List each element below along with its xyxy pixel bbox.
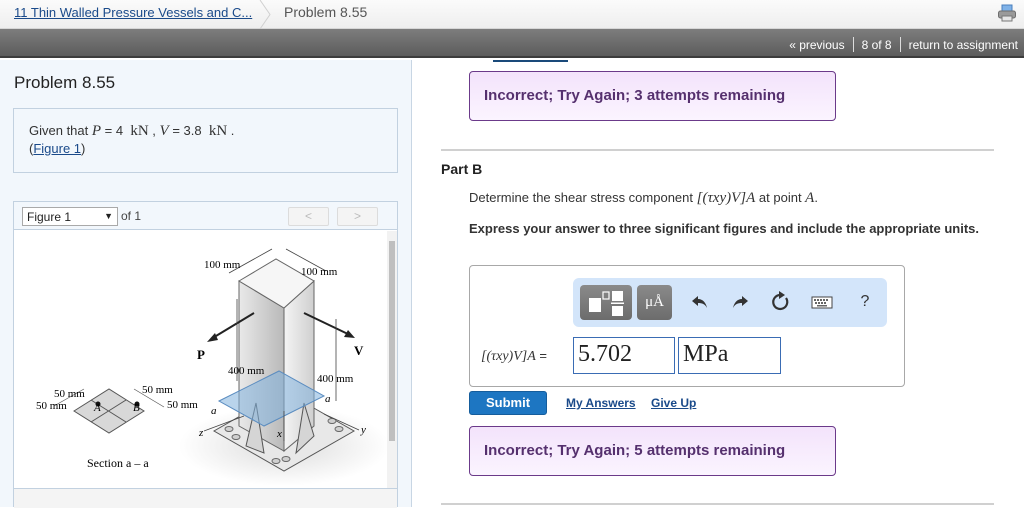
my-answers-link[interactable]: My Answers <box>566 396 636 410</box>
answer-equals: = <box>535 348 547 363</box>
figure-drawing: 100 mm 100 mm P V 400 mm 400 mm 50 mm 50… <box>36 248 389 486</box>
figure-1-link[interactable]: Figure 1 <box>33 141 81 156</box>
figure-header: Figure 1 ▼ of 1 < > <box>14 202 397 230</box>
figure-select[interactable]: Figure 1 ▼ <box>22 207 118 226</box>
figure-image: 100 mm 100 mm P V 400 mm 400 mm 50 mm 50… <box>14 231 397 488</box>
dim-label: 50 mm <box>142 384 173 396</box>
force-label-v: V <box>354 343 364 358</box>
problem-title: Problem 8.55 <box>14 73 116 92</box>
dim-label: 400 mm <box>228 365 265 377</box>
given-separator: , <box>148 123 160 138</box>
divider <box>441 149 994 151</box>
nav-divider <box>852 37 854 52</box>
point-a-label: A <box>93 402 101 414</box>
breadcrumb-parent-link[interactable]: 11 Thin Walled Pressure Vessels and C... <box>14 5 252 20</box>
part-b-question: Determine the shear stress component [(τ… <box>469 190 818 207</box>
redo-icon[interactable] <box>728 290 752 314</box>
scrollbar-thumb[interactable] <box>389 241 395 441</box>
p-symbol: P <box>91 123 102 139</box>
given-prefix: Given that <box>29 123 92 138</box>
units-button[interactable]: μÅ <box>637 285 672 320</box>
question-suffix: . <box>814 190 818 205</box>
print-icon[interactable] <box>997 4 1017 22</box>
figure-next-button[interactable]: > <box>337 207 378 226</box>
figure-select-value: Figure 1 <box>27 210 72 224</box>
v-value: = 3.8 <box>168 123 206 138</box>
answer-value-input[interactable]: 5.702 <box>573 337 675 374</box>
section-label-a: a <box>211 405 217 417</box>
figure-footer <box>14 488 397 508</box>
section-caption: Section a – a <box>87 456 149 470</box>
breadcrumb-current: Problem 8.55 <box>284 4 368 20</box>
dim-label: 100 mm <box>301 266 338 278</box>
dim-label: 50 mm <box>54 388 85 400</box>
part-b-label: Part B <box>441 161 483 177</box>
axis-label-x: x <box>276 428 282 440</box>
reset-icon[interactable] <box>769 290 793 314</box>
dropdown-arrow-icon: ▼ <box>104 211 113 221</box>
keyboard-icon[interactable] <box>810 290 834 314</box>
problem-panel: Problem 8.55 Given that P = 4 kN , V = 3… <box>0 60 412 508</box>
question-mid: at point <box>755 190 806 205</box>
undo-icon[interactable] <box>688 290 712 314</box>
answer-instructions: Express your answer to three significant… <box>469 221 979 236</box>
figure-panel: Figure 1 ▼ of 1 < > 100 mm 100 mm P V 40… <box>13 201 398 508</box>
answer-label: [(τxy)V]A = <box>481 348 547 365</box>
p-unit: kN <box>130 123 149 139</box>
previous-link[interactable]: « previous <box>789 38 844 52</box>
figure-prev-button[interactable]: < <box>288 207 329 226</box>
divider <box>441 503 994 505</box>
question-symbol: [(τxy)V]A <box>696 190 756 206</box>
feedback-incorrect-part-b: Incorrect; Try Again; 5 attempts remaini… <box>469 426 836 476</box>
templates-button[interactable] <box>580 285 632 320</box>
paren-close: ) <box>81 141 86 156</box>
figure-link-line: (Figure 1) <box>29 141 85 156</box>
answer-box: μÅ ? [(τxy)V]A = 5.702 MPa <box>469 265 905 387</box>
answer-symbol: [(τxy)V]A <box>481 349 536 364</box>
assignment-nav-bar: « previous 8 of 8 return to assignment <box>0 29 1024 58</box>
v-unit: kN <box>208 123 228 139</box>
templates-icon <box>589 291 624 316</box>
section-label-a: a <box>325 393 331 405</box>
give-up-link[interactable]: Give Up <box>651 396 696 410</box>
v-symbol: V <box>159 123 169 139</box>
nav-divider <box>899 37 901 52</box>
math-toolbar: μÅ ? <box>573 278 887 327</box>
axis-label-z: z <box>198 427 204 439</box>
given-text: Given that P = 4 kN , V = 3.8 kN . <box>29 123 234 140</box>
point-b-label: B <box>133 402 140 414</box>
dim-label: 50 mm <box>36 400 67 412</box>
question-point: A <box>805 190 815 206</box>
breadcrumb-separator-icon <box>259 0 271 29</box>
dim-label: 100 mm <box>204 259 241 271</box>
answer-units-input[interactable]: MPa <box>678 337 781 374</box>
figure-scrollbar[interactable] <box>387 231 397 488</box>
given-box: Given that P = 4 kN , V = 3.8 kN . (Figu… <box>13 108 398 173</box>
axis-label-y: y <box>360 424 366 436</box>
figure-count: of 1 <box>121 209 142 223</box>
dim-label: 400 mm <box>317 373 354 385</box>
answer-panel: Incorrect; Try Again; 3 attempts remaini… <box>413 60 1024 507</box>
feedback-incorrect-part-a: Incorrect; Try Again; 3 attempts remaini… <box>469 71 836 121</box>
force-label-p: P <box>197 347 205 362</box>
help-icon[interactable]: ? <box>853 290 877 314</box>
dim-label: 50 mm <box>167 399 198 411</box>
p-value: = 4 <box>101 123 127 138</box>
return-to-assignment-link[interactable]: return to assignment <box>909 38 1018 52</box>
submit-button[interactable]: Submit <box>469 391 547 415</box>
breadcrumb-bar: 11 Thin Walled Pressure Vessels and C...… <box>0 0 1024 29</box>
given-suffix: . <box>227 123 235 138</box>
question-prefix: Determine the shear stress component <box>469 190 697 205</box>
scrolled-link-underline <box>493 60 568 62</box>
item-position: 8 of 8 <box>861 37 892 52</box>
